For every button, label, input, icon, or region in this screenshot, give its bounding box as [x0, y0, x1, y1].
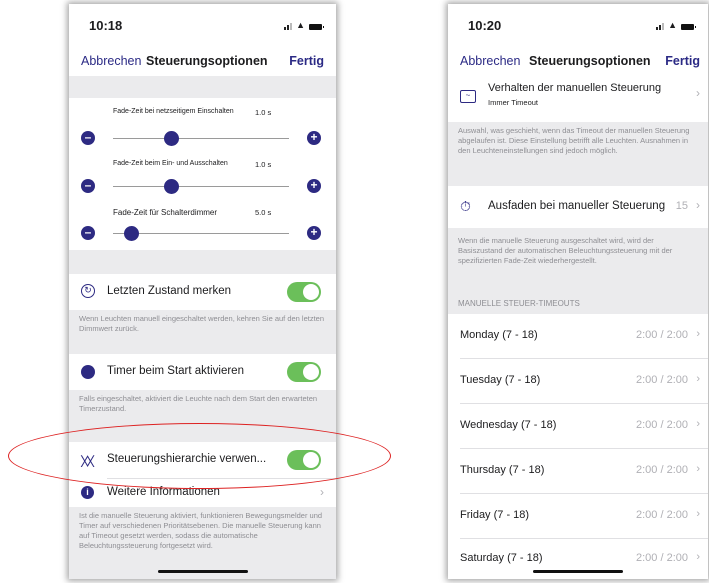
slider-knob-3[interactable] [124, 226, 139, 241]
left-phone-screen: 10:18 ▲ Abbrechen Steuerungsoptionen Fer… [69, 4, 336, 579]
refresh-icon: ↻ [81, 284, 95, 298]
fade-value-2: 1.0 s [255, 160, 272, 169]
clock-icon [81, 365, 95, 379]
minus-button-2[interactable]: – [81, 179, 95, 193]
info-icon: i [81, 486, 94, 499]
day-label: Saturday (7 - 18) [460, 552, 543, 564]
timeout-list: Monday (7 - 18) 2:00 / 2:00 › Tuesday (7… [448, 314, 708, 579]
list-item[interactable]: Monday (7 - 18) 2:00 / 2:00 › [448, 314, 708, 358]
day-label: Friday (7 - 18) [460, 509, 530, 521]
slider-knob-1[interactable] [164, 131, 179, 146]
timer-start-toggle[interactable] [287, 362, 321, 382]
day-value: 2:00 / 2:00 [636, 552, 688, 564]
chevron-right-icon: › [320, 485, 324, 499]
page-title: Steuerungsoptionen [529, 54, 651, 68]
remember-state-label: Letzten Zustand merken [107, 285, 232, 297]
chevron-right-icon: › [696, 463, 700, 475]
signal-icon [656, 23, 665, 30]
plus-button-2[interactable]: + [307, 179, 321, 193]
fade-value-1: 1.0 s [255, 108, 272, 117]
list-item[interactable]: Wednesday (7 - 18) 2:00 / 2:00 › [448, 404, 708, 448]
fade-out-note: Wenn die manuelle Steuerung ausgeschalte… [448, 228, 708, 292]
cancel-button[interactable]: Abbrechen [81, 54, 141, 68]
section-header: MANUELLE STEUER-TIMEOUTS [448, 292, 708, 314]
day-label: Wednesday (7 - 18) [460, 419, 557, 431]
fade-slider-group: Fade-Zeit bei netzseitigem Einschalten 1… [69, 98, 336, 250]
slider-track-2[interactable] [113, 186, 289, 187]
fade-label-2: Fade-Zeit beim Ein- und Ausschalten [113, 160, 228, 167]
status-icons: ▲ [656, 20, 696, 30]
manual-behaviour-value: Immer Timeout [488, 98, 539, 107]
manual-behaviour-label: Verhalten der manuellen Steuerung [488, 82, 662, 94]
status-bar: 10:20 ▲ [448, 4, 708, 42]
wifi-icon: ▲ [668, 20, 677, 30]
remember-state-toggle[interactable] [287, 282, 321, 302]
cancel-button[interactable]: Abbrechen [460, 54, 520, 68]
day-label: Tuesday (7 - 18) [460, 374, 541, 386]
fade-out-label: Ausfaden bei manueller Steuerung [488, 200, 666, 212]
fade-value-3: 5.0 s [255, 208, 272, 217]
status-icons: ▲ [284, 20, 324, 30]
section-spacer [69, 76, 336, 98]
status-time: 10:18 [89, 18, 123, 33]
slider-track-1[interactable] [113, 138, 289, 139]
day-value: 2:00 / 2:00 [636, 419, 688, 431]
signal-icon [284, 23, 293, 30]
home-indicator [157, 570, 248, 573]
section-spacer [69, 250, 336, 274]
minus-button-3[interactable]: – [81, 226, 95, 240]
day-label: Thursday (7 - 18) [460, 464, 545, 476]
plus-button-3[interactable]: + [307, 226, 321, 240]
nav-bar: Abbrechen Steuerungsoptionen Fertig [448, 48, 708, 74]
timer-icon: ⏱ [460, 198, 471, 214]
highlight-ellipse [8, 423, 391, 489]
chevron-right-icon: › [696, 86, 700, 100]
wifi-icon: ▲ [296, 20, 305, 30]
timer-start-row[interactable]: Timer beim Start aktivieren [69, 354, 336, 390]
timer-start-label: Timer beim Start aktivieren [107, 365, 244, 377]
remember-note: Wenn Leuchten manuell eingeschaltet werd… [69, 310, 336, 354]
plus-button-1[interactable]: + [307, 131, 321, 145]
right-phone-screen: 10:20 ▲ Abbrechen Steuerungsoptionen Fer… [448, 4, 708, 579]
chevron-right-icon: › [696, 373, 700, 385]
day-value: 2:00 / 2:00 [636, 464, 688, 476]
manual-behaviour-row[interactable]: ~ Verhalten der manuellen Steuerung Imme… [448, 76, 708, 122]
status-time: 10:20 [468, 18, 502, 33]
remember-state-row[interactable]: ↻ Letzten Zustand merken [69, 274, 336, 310]
home-indicator [533, 570, 623, 573]
chevron-right-icon: › [696, 508, 700, 520]
day-value: 2:00 / 2:00 [636, 329, 688, 341]
battery-icon [309, 24, 324, 30]
list-item[interactable]: Saturday (7 - 18) 2:00 / 2:00 › [448, 539, 708, 579]
status-bar: 10:18 ▲ [69, 4, 336, 42]
fade-label-1: Fade-Zeit bei netzseitigem Einschalten [113, 108, 234, 115]
list-item[interactable]: Tuesday (7 - 18) 2:00 / 2:00 › [448, 359, 708, 403]
list-item[interactable]: Friday (7 - 18) 2:00 / 2:00 › [448, 494, 708, 538]
nav-bar: Abbrechen Steuerungsoptionen Fertig [69, 48, 336, 74]
slider-knob-2[interactable] [164, 179, 179, 194]
chevron-right-icon: › [696, 551, 700, 563]
chevron-right-icon: › [696, 418, 700, 430]
day-value: 2:00 / 2:00 [636, 374, 688, 386]
chevron-right-icon: › [696, 198, 700, 212]
list-item[interactable]: Thursday (7 - 18) 2:00 / 2:00 › [448, 449, 708, 493]
fade-label-3: Fade-Zeit für Schalterdimmer [113, 208, 218, 217]
slider-track-3[interactable] [113, 233, 289, 234]
chevron-right-icon: › [696, 328, 700, 340]
info-note: Ist die manuelle Steuerung aktiviert, fu… [69, 507, 336, 579]
day-value: 2:00 / 2:00 [636, 509, 688, 521]
chart-icon: ~ [460, 90, 476, 103]
behaviour-note: Auswahl, was geschieht, wenn das Timeout… [448, 122, 708, 186]
day-label: Monday (7 - 18) [460, 329, 538, 341]
minus-button-1[interactable]: – [81, 131, 95, 145]
done-button[interactable]: Fertig [289, 54, 324, 68]
done-button[interactable]: Fertig [665, 54, 700, 68]
fade-out-value: 15 [675, 200, 688, 212]
page-title: Steuerungsoptionen [146, 54, 268, 68]
fade-out-row[interactable]: ⏱ Ausfaden bei manueller Steuerung 15 › [448, 186, 708, 228]
battery-icon [681, 24, 696, 30]
